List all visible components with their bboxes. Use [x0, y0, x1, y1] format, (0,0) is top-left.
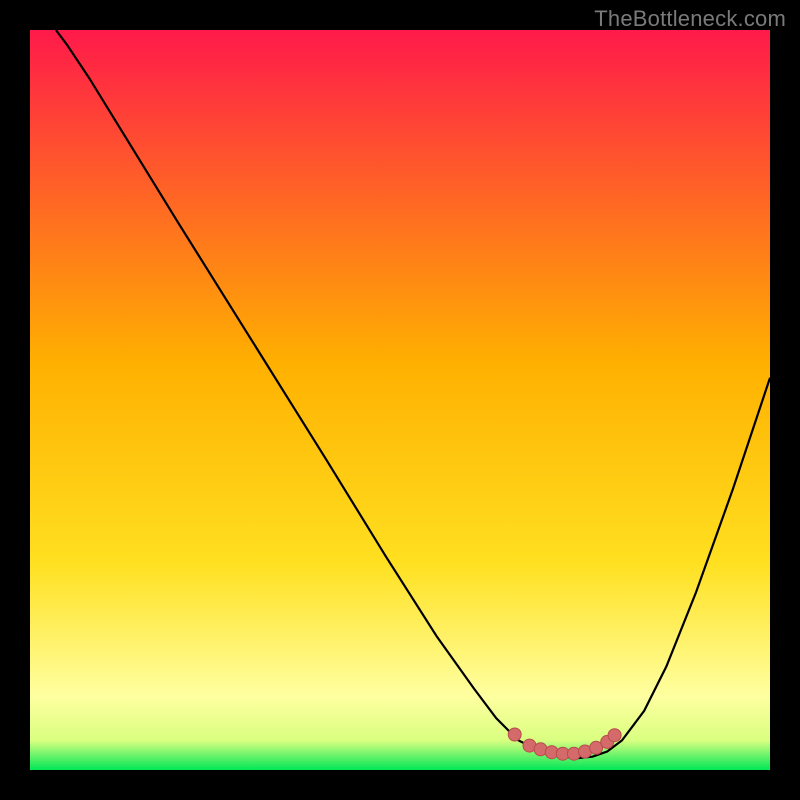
- scatter-points: [30, 30, 770, 770]
- plot-area: [30, 30, 770, 770]
- chart-container: TheBottleneck.com: [0, 0, 800, 800]
- watermark-text: TheBottleneck.com: [594, 6, 786, 32]
- data-point: [508, 728, 521, 741]
- data-point: [608, 729, 621, 742]
